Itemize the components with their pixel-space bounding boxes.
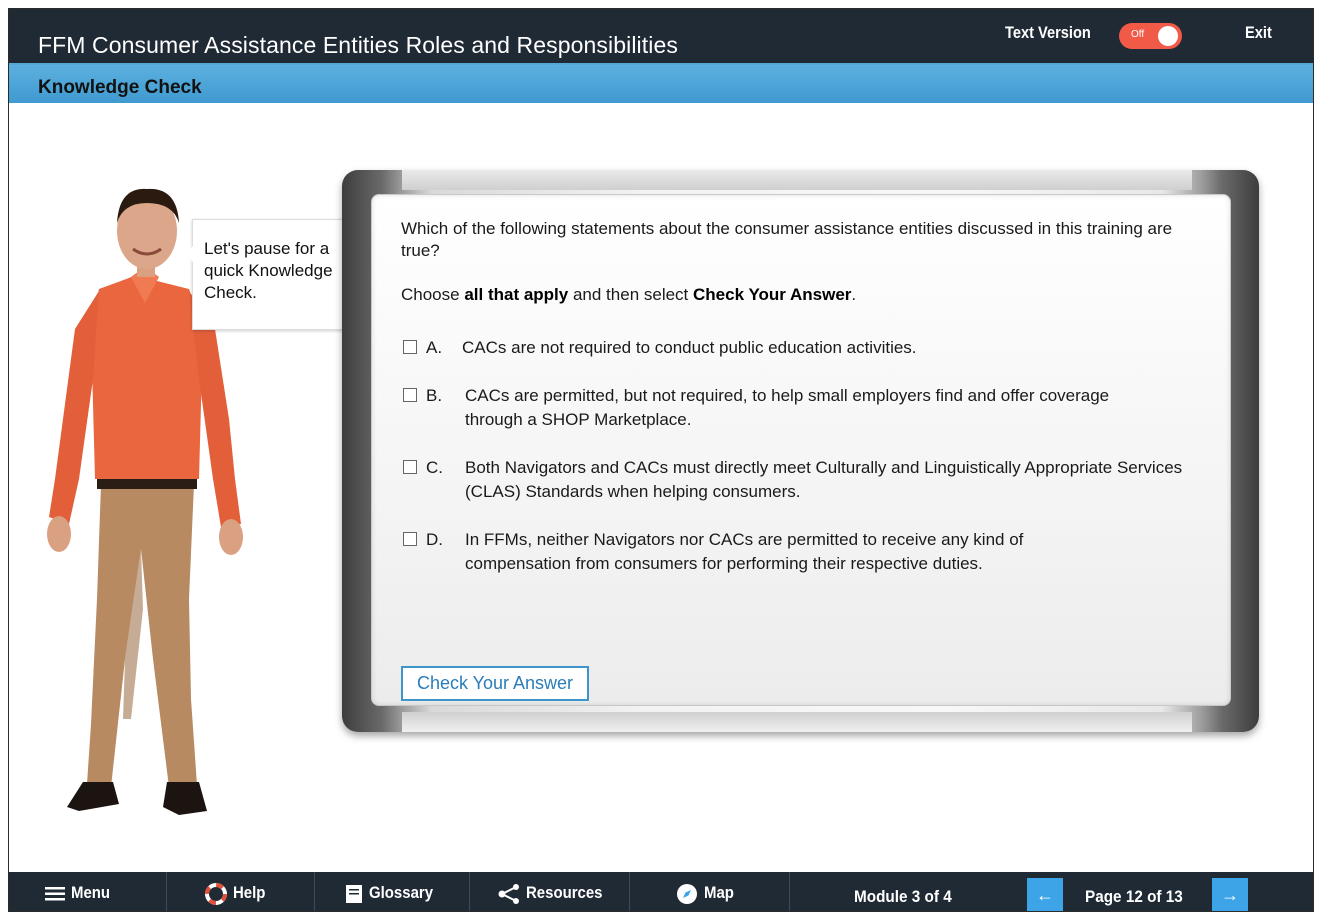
map-label: Map — [704, 883, 734, 902]
instruction-bold-1: all that apply — [464, 285, 569, 304]
glossary-button[interactable]: Glossary — [315, 872, 470, 911]
instruction-text-2: and then select — [568, 285, 694, 304]
option-letter: D. — [426, 530, 443, 549]
checkbox-b[interactable] — [403, 388, 417, 402]
speech-bubble-text: Let's pause for a quick Knowledge Check. — [204, 239, 333, 302]
next-page-button[interactable]: → — [1212, 878, 1248, 911]
option-text: In FFMs, neither Navigators nor CACs are… — [465, 530, 1024, 573]
exit-button[interactable]: Exit — [1245, 23, 1272, 43]
question-prompt: Which of the following statements about … — [401, 219, 1173, 260]
compass-icon — [677, 883, 697, 904]
hamburger-icon — [45, 886, 65, 901]
instruction-text-3: . — [851, 285, 857, 304]
check-answer-button[interactable]: Check Your Answer — [401, 666, 589, 701]
checkbox-d[interactable] — [403, 532, 417, 546]
toggle-knob — [1158, 26, 1178, 46]
question-panel: Which of the following statements about … — [371, 194, 1231, 706]
glossary-label: Glossary — [369, 883, 434, 902]
page-indicator: Page 12 of 13 — [1085, 872, 1194, 911]
text-version-toggle[interactable]: Off — [1119, 23, 1182, 49]
toggle-state-label: Off — [1131, 29, 1145, 40]
instruction-text-1: Choose — [401, 285, 465, 304]
lifebuoy-icon — [205, 882, 227, 905]
resources-button[interactable]: Resources — [470, 872, 630, 911]
option-letter: C. — [426, 458, 443, 477]
option-text: CACs are permitted, but not required, to… — [465, 386, 1110, 429]
course-player: FFM Consumer Assistance Entities Roles a… — [8, 8, 1314, 912]
help-label: Help — [233, 883, 266, 902]
section-bar: Knowledge Check — [9, 65, 1313, 103]
whiteboard-rail-top — [402, 170, 1192, 190]
prev-page-button[interactable]: ← — [1027, 878, 1063, 911]
arrow-left-icon: ← — [1036, 885, 1054, 905]
module-indicator: Module 3 of 4 — [854, 872, 963, 911]
whiteboard-rail-bottom — [402, 712, 1192, 732]
option-text: Both Navigators and CACs must directly m… — [465, 458, 1183, 501]
section-title: Knowledge Check — [38, 77, 202, 98]
header-bar: FFM Consumer Assistance Entities Roles a… — [9, 9, 1313, 65]
menu-button[interactable]: Menu — [9, 872, 167, 911]
checkbox-a[interactable] — [403, 340, 417, 354]
text-version-label: Text Version — [1005, 23, 1091, 42]
course-title: FFM Consumer Assistance Entities Roles a… — [38, 32, 678, 58]
resources-label: Resources — [526, 883, 603, 902]
menu-label: Menu — [71, 883, 111, 902]
option-text: CACs are not required to conduct public … — [462, 338, 917, 357]
speech-bubble-tail — [184, 246, 193, 262]
footer-bar: Menu Help Glossary Resources Map Module … — [9, 872, 1313, 911]
map-button[interactable]: Map — [630, 872, 790, 911]
option-letter: B. — [426, 386, 443, 405]
share-icon — [498, 883, 519, 904]
arrow-right-icon: → — [1221, 885, 1239, 905]
module-text: Module 3 of 4 — [854, 887, 952, 906]
option-letter: A. — [426, 338, 443, 357]
page-text: Page 12 of 13 — [1085, 887, 1183, 906]
checkbox-c[interactable] — [403, 460, 417, 474]
book-icon — [346, 884, 362, 903]
instruction-bold-2: Check Your Answer — [693, 285, 852, 304]
help-button[interactable]: Help — [167, 872, 315, 911]
question-instruction: Choose all that apply and then select Ch… — [401, 285, 856, 305]
